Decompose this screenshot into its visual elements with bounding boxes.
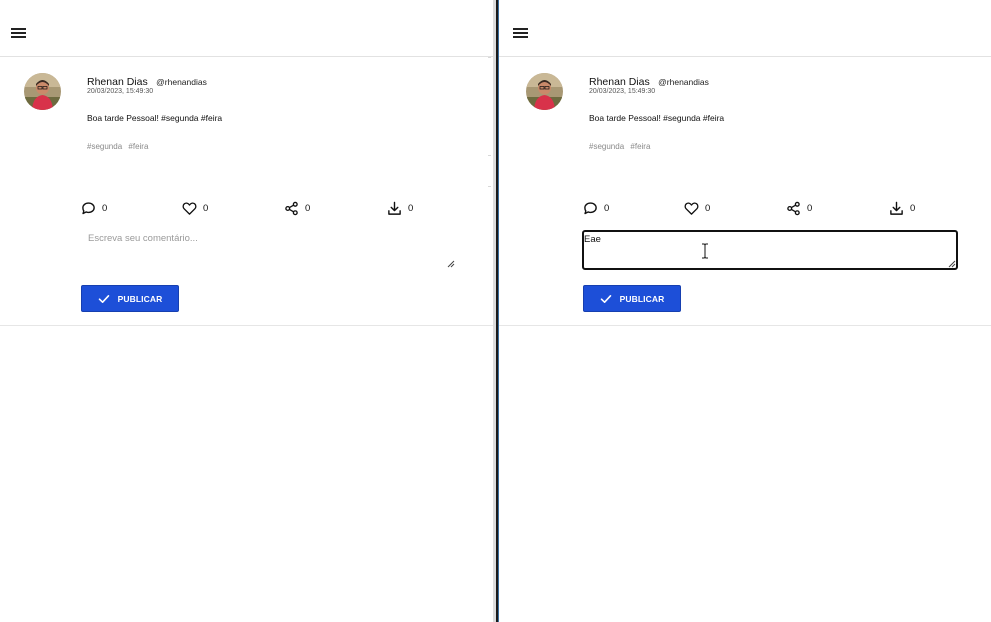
post-card: Rhenan Dias @rhenandias 20/03/2023, 15:4… xyxy=(499,58,991,326)
download-count: 0 xyxy=(910,202,916,214)
heart-icon xyxy=(182,201,197,215)
hamburger-menu-icon[interactable] xyxy=(11,28,26,40)
like-button[interactable]: 0 xyxy=(182,200,208,216)
author-name[interactable]: Rhenan Dias xyxy=(589,76,650,88)
comment-count: 0 xyxy=(102,202,108,214)
publish-label: PUBLICAR xyxy=(117,293,163,304)
comment-button[interactable]: 0 xyxy=(583,200,609,216)
left-pane: Rhenan Dias @rhenandias 20/03/2023, 15:4… xyxy=(0,0,493,622)
separator-mark xyxy=(488,155,491,156)
tag-link[interactable]: #feira xyxy=(128,142,148,151)
tag-link[interactable]: #segunda xyxy=(87,142,122,151)
publish-button[interactable]: PUBLICAR xyxy=(81,285,179,312)
top-bar xyxy=(499,0,991,57)
checkmark-icon xyxy=(98,294,109,303)
separator-mark xyxy=(488,186,491,187)
download-button[interactable]: 0 xyxy=(387,200,413,216)
download-count: 0 xyxy=(408,202,414,214)
avatar[interactable] xyxy=(526,73,563,110)
post-text: Boa tarde Pessoal! #segunda #feira xyxy=(87,113,223,123)
comment-button[interactable]: 0 xyxy=(81,200,107,216)
comment-input[interactable] xyxy=(81,230,457,270)
author-handle[interactable]: @rhenandias xyxy=(156,77,207,87)
comment-icon xyxy=(584,201,597,214)
download-icon xyxy=(388,201,401,215)
share-icon xyxy=(787,201,800,215)
comment-icon xyxy=(82,201,95,214)
comment-input[interactable]: Eae xyxy=(582,230,958,270)
share-count: 0 xyxy=(807,202,813,214)
hamburger-menu-icon[interactable] xyxy=(513,28,528,40)
avatar[interactable] xyxy=(24,73,61,110)
author-handle[interactable]: @rhenandias xyxy=(658,77,709,87)
post-date: 20/03/2023, 15:49:30 xyxy=(87,88,154,95)
tag-link[interactable]: #feira xyxy=(630,142,650,151)
download-icon xyxy=(890,201,903,215)
tag-link[interactable]: #segunda xyxy=(589,142,624,151)
post-tags: #segunda #feira xyxy=(589,142,650,151)
like-button[interactable]: 0 xyxy=(684,200,710,216)
share-button[interactable]: 0 xyxy=(786,200,812,216)
like-count: 0 xyxy=(203,202,209,214)
checkmark-icon xyxy=(600,294,611,303)
like-count: 0 xyxy=(705,202,711,214)
right-pane: Rhenan Dias @rhenandias 20/03/2023, 15:4… xyxy=(499,0,991,622)
separator-mark xyxy=(488,57,491,58)
publish-label: PUBLICAR xyxy=(619,293,665,304)
heart-icon xyxy=(684,201,699,215)
share-icon xyxy=(285,201,298,215)
post-text: Boa tarde Pessoal! #segunda #feira xyxy=(589,113,725,123)
author-name[interactable]: Rhenan Dias xyxy=(87,76,148,88)
post-card: Rhenan Dias @rhenandias 20/03/2023, 15:4… xyxy=(0,58,493,326)
comment-count: 0 xyxy=(604,202,610,214)
share-button[interactable]: 0 xyxy=(284,200,310,216)
top-bar xyxy=(0,0,493,57)
publish-button[interactable]: PUBLICAR xyxy=(583,285,681,312)
post-tags: #segunda #feira xyxy=(87,142,148,151)
post-date: 20/03/2023, 15:49:30 xyxy=(589,88,656,95)
download-button[interactable]: 0 xyxy=(889,200,915,216)
share-count: 0 xyxy=(305,202,311,214)
